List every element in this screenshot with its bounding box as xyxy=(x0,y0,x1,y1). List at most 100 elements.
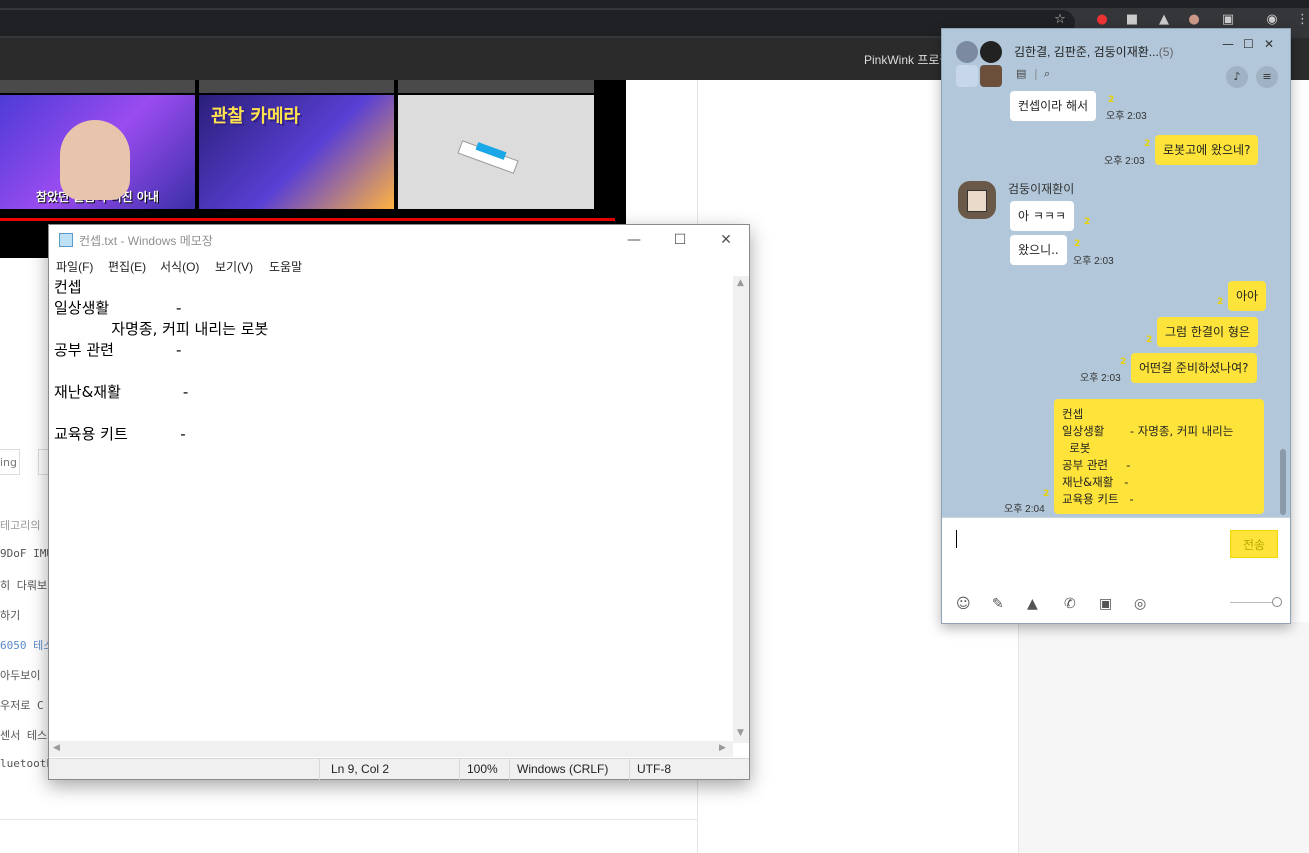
scroll-down-icon[interactable]: ▼ xyxy=(737,728,744,738)
tag-button[interactable] xyxy=(38,449,48,475)
menu-format[interactable]: 서식(O) xyxy=(160,258,199,275)
calendar-icon[interactable]: ▣ xyxy=(1099,596,1112,612)
status-bar: Ln 9, Col 2 100% Windows (CRLF) UTF-8 xyxy=(49,758,749,780)
sidebar-link[interactable]: 우저로 C xyxy=(0,697,44,713)
group-avatar xyxy=(956,41,1002,87)
thumbnail-top[interactable] xyxy=(0,80,195,93)
star-icon[interactable]: ☆ xyxy=(1052,12,1068,28)
slider-knob[interactable] xyxy=(1272,597,1282,607)
vertical-scrollbar[interactable]: ▲ ▼ xyxy=(733,276,749,743)
close-button[interactable]: ✕ xyxy=(1264,37,1274,51)
notepad-icon xyxy=(59,233,73,247)
menu-file[interactable]: 파일(F) xyxy=(56,258,93,275)
unread-count: 2 xyxy=(1146,335,1153,345)
notepad-titlebar[interactable]: 컨셉.txt - Windows 메모장 — ☐ ✕ xyxy=(49,225,749,255)
attach-file-icon[interactable]: ✎ xyxy=(992,596,1004,612)
video-thumbnail[interactable] xyxy=(398,95,594,209)
avatar xyxy=(980,41,1002,63)
send-button[interactable]: 전송 xyxy=(1230,530,1278,558)
unread-count: 2 xyxy=(1084,217,1091,227)
drawer-icon[interactable]: ▤ xyxy=(1016,67,1026,80)
message-bubble-outgoing[interactable]: 아아 xyxy=(1228,281,1267,311)
menu-icon[interactable]: ≡ xyxy=(1256,66,1278,88)
minimize-button[interactable]: — xyxy=(611,225,657,255)
message-bubble-incoming[interactable]: 왔으니.. xyxy=(1010,235,1067,265)
address-bar[interactable] xyxy=(0,10,1075,36)
message-bubble-outgoing[interactable]: 컨셉 일상생활 - 자명종, 커피 내리는 로봇 공부 관련 - 재난&재활 -… xyxy=(1054,399,1264,514)
message-bubble-outgoing[interactable]: 어떤걸 준비하셨나여? xyxy=(1131,353,1257,383)
search-icon[interactable]: ⌕ xyxy=(1044,67,1050,81)
notification-icon[interactable]: ♪ xyxy=(1226,66,1248,88)
chat-header[interactable]: 김한결, 김판준, 검둥이재환...(5) — ☐ ✕ ▤ | ⌕ ♪ ≡ xyxy=(942,29,1290,97)
sidebar-link[interactable]: 히 다뤄보 xyxy=(0,577,47,593)
cursor-position: Ln 9, Col 2 xyxy=(331,762,390,776)
sidebar-link[interactable]: 하기 xyxy=(0,607,20,623)
line-ending: Windows (CRLF) xyxy=(517,762,609,776)
message-bubble-outgoing[interactable]: 로봇고에 왔으네? xyxy=(1155,135,1259,165)
maximize-button[interactable]: ☐ xyxy=(1243,37,1254,51)
emoticon-icon[interactable]: ☺ xyxy=(956,596,971,612)
text-editor[interactable]: 컨셉 일상생활 - 자명종, 커피 내리는 로봇 공부 관련 - 재난&재활 -… xyxy=(54,277,734,743)
sender-avatar[interactable] xyxy=(958,181,996,219)
message-time: 오후 2:04 xyxy=(1004,504,1045,515)
message-bubble-incoming[interactable]: 아 ㅋㅋㅋ xyxy=(1010,201,1074,231)
sender-name: 검둥이재환이 xyxy=(1008,182,1075,196)
message-time: 오후 2:03 xyxy=(1104,156,1145,167)
opacity-slider[interactable] xyxy=(1230,602,1276,603)
status-separator xyxy=(509,759,510,780)
browser-tabstrip xyxy=(0,0,1309,8)
scroll-right-icon[interactable]: ▶ xyxy=(719,743,726,753)
thumbnail-top[interactable] xyxy=(398,80,594,93)
unread-count: 2 xyxy=(1043,489,1050,499)
scroll-up-icon[interactable]: ▲ xyxy=(737,278,744,288)
message-time: 오후 2:03 xyxy=(1073,256,1114,267)
extension-icon[interactable]: ▣ xyxy=(1220,12,1236,28)
member-count: (5) xyxy=(1158,45,1174,59)
horizontal-scrollbar[interactable]: ◀ ▶ xyxy=(49,741,733,757)
thumbnail-top[interactable] xyxy=(199,80,394,93)
profile-icon[interactable]: ◉ xyxy=(1264,12,1280,28)
extension-icon[interactable]: ● xyxy=(1094,12,1110,28)
chat-scrollbar[interactable] xyxy=(1280,449,1286,515)
image-icon[interactable]: ▲ xyxy=(1027,596,1038,612)
call-icon[interactable]: ✆ xyxy=(1064,596,1076,612)
extension-icon[interactable]: ● xyxy=(1186,12,1202,28)
avatar-photo xyxy=(967,190,987,212)
unread-count: 2 xyxy=(1120,357,1127,367)
maximize-button[interactable]: ☐ xyxy=(657,225,703,255)
tag-button[interactable]: ing xyxy=(0,449,20,475)
status-separator xyxy=(629,759,630,780)
menu-icon[interactable]: ⋮ xyxy=(1296,12,1309,28)
unread-count: 2 xyxy=(1217,297,1224,307)
status-separator xyxy=(319,759,320,780)
sidebar-link[interactable]: 6050 테스 xyxy=(0,637,53,653)
minimize-button[interactable]: — xyxy=(1222,37,1234,51)
avatar xyxy=(956,41,978,63)
avatar xyxy=(956,65,978,87)
sidebar-link[interactable]: luetooth xyxy=(0,757,53,770)
text-caret xyxy=(956,530,957,548)
menu-help[interactable]: 도움말 xyxy=(269,258,302,275)
scroll-left-icon[interactable]: ◀ xyxy=(53,743,60,753)
video-thumbnail[interactable]: 관찰 카메라 xyxy=(199,95,394,209)
menu-bar: 파일(F) 편집(E) 서식(O) 보기(V) 도움말 xyxy=(49,255,749,275)
divider xyxy=(0,819,697,820)
live-talk-icon[interactable]: ◎ xyxy=(1134,596,1146,612)
divider: | xyxy=(1034,67,1038,80)
close-button[interactable]: ✕ xyxy=(703,225,749,255)
menu-edit[interactable]: 편집(E) xyxy=(108,258,146,275)
extension-icon[interactable]: ▲ xyxy=(1156,12,1172,28)
sidebar-link[interactable]: 9DoF IMU xyxy=(0,547,53,560)
message-bubble-incoming[interactable]: 컨셉이라 해서 xyxy=(1010,91,1097,121)
extension-icon[interactable]: ■ xyxy=(1124,12,1140,28)
message-input[interactable]: 전송 ☺ ✎ ▲ ✆ ▣ ◎ xyxy=(942,517,1290,623)
sidebar-link[interactable]: 아두보이 xyxy=(0,667,40,683)
unread-count: 2 xyxy=(1144,139,1151,149)
thumbnail-person xyxy=(60,120,130,200)
sidebar-link[interactable]: 센서 테스 xyxy=(0,727,47,743)
message-bubble-outgoing[interactable]: 그럼 한결이 형은 xyxy=(1157,317,1258,347)
menu-view[interactable]: 보기(V) xyxy=(215,258,253,275)
site-nav-link[interactable]: PinkWink 프로필 xyxy=(864,51,950,68)
message-time: 오후 2:03 xyxy=(1080,373,1121,384)
video-progress-bar[interactable] xyxy=(0,218,615,221)
